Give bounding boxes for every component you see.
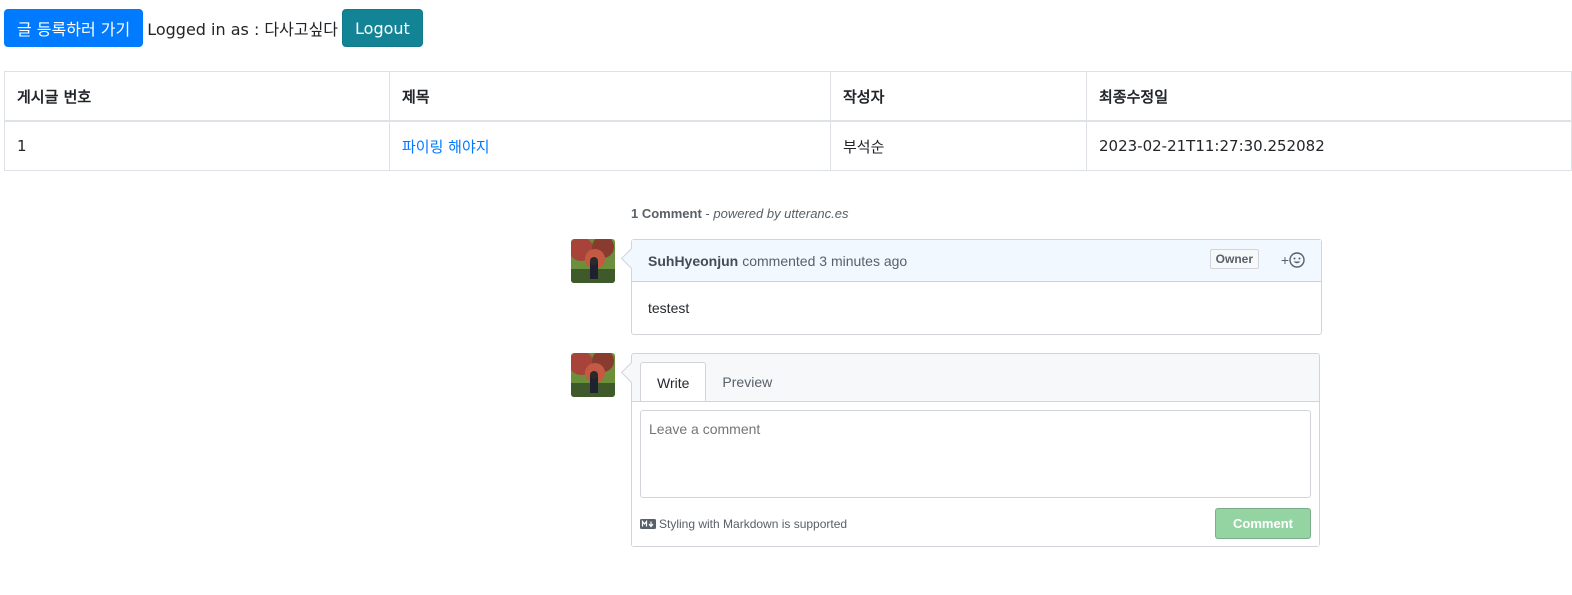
markdown-note[interactable]: Styling with Markdown is supported <box>640 517 847 531</box>
avatar-image <box>571 239 615 283</box>
login-status-text: Logged in as : 다사고싶다 <box>147 20 339 39</box>
comment-author[interactable]: SuhHyeonjun <box>648 253 738 269</box>
header-modified-date: 최종수정일 <box>1086 71 1572 122</box>
powered-by-link[interactable]: powered by utteranc.es <box>713 206 848 221</box>
avatar[interactable] <box>571 239 615 283</box>
comment-count: 1 Comment <box>631 206 702 221</box>
cell-modified-date: 2023-02-21T11:27:30.252082 <box>1086 120 1572 171</box>
comment-count-header: 1 Comment - powered by utteranc.es <box>631 206 849 221</box>
comment-item: SuhHyeonjun commented 3 minutes ago Owne… <box>620 239 1322 335</box>
comment-tabs: Write Preview <box>640 362 788 402</box>
smiley-icon <box>1289 252 1305 268</box>
cell-author: 부석순 <box>830 120 1087 171</box>
table-row: 1 파이링 해야지 부석순 2023-02-21T11:27:30.252082 <box>4 120 1572 171</box>
comment-timestamp: commented 3 minutes ago <box>742 252 908 269</box>
posts-table: 게시글 번호 제목 작성자 최종수정일 1 파이링 해야지 부석순 2023-0… <box>4 71 1572 171</box>
comment-body: testest <box>648 300 690 316</box>
logout-button[interactable]: Logout <box>342 9 423 47</box>
post-title-link[interactable]: 파이링 해야지 <box>402 138 490 156</box>
write-post-button[interactable]: 글 등록하러 가기 <box>4 9 144 47</box>
tab-write[interactable]: Write <box>640 362 707 402</box>
tab-preview[interactable]: Preview <box>706 362 788 401</box>
comment-textarea[interactable] <box>640 410 1311 498</box>
top-toolbar: 글 등록하러 가기 Logged in as : 다사고싶다 Logout <box>4 9 423 47</box>
avatar-image <box>571 353 615 397</box>
cell-title: 파이링 해야지 <box>389 120 831 171</box>
add-reaction-button[interactable]: + <box>1281 252 1305 268</box>
new-comment-form: Write Preview Styling with Markdown is s… <box>620 353 1320 547</box>
header-author: 작성자 <box>830 71 1087 122</box>
comment-header: SuhHyeonjun commented 3 minutes ago Owne… <box>632 240 1321 282</box>
avatar <box>571 353 615 397</box>
markdown-icon <box>640 519 656 529</box>
header-title: 제목 <box>389 71 831 122</box>
table-header-row: 게시글 번호 제목 작성자 최종수정일 <box>4 71 1572 122</box>
owner-badge: Owner <box>1209 249 1259 269</box>
header-post-number: 게시글 번호 <box>4 71 390 122</box>
cell-post-number: 1 <box>4 120 390 171</box>
submit-comment-button[interactable]: Comment <box>1215 508 1311 539</box>
